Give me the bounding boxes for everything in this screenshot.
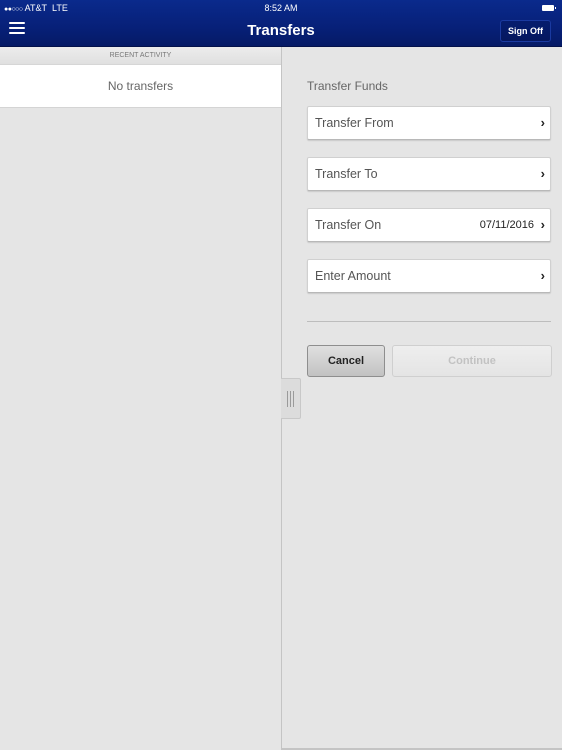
chevron-right-icon: › [540,268,545,283]
page-title: Transfers [247,22,315,39]
field-label: Transfer To [315,167,378,181]
recent-activity-pane: RECENT ACTIVITY No transfers [0,47,281,750]
grip-line-icon [287,390,288,407]
chevron-right-icon: › [540,217,545,232]
field-label: Enter Amount [315,269,391,283]
chevron-right-icon: › [540,166,545,181]
field-label: Transfer On [315,218,382,232]
grip-line-icon [293,390,294,407]
transfer-funds-pane: Transfer Funds Transfer From › Transfer … [281,47,562,750]
transfer-funds-title: Transfer Funds [307,79,388,93]
transfer-on-field[interactable]: Transfer On 07/11/2016 › [307,208,551,242]
enter-amount-field[interactable]: Enter Amount › [307,259,551,293]
recent-activity-header: RECENT ACTIVITY [0,47,281,65]
continue-button[interactable]: Continue [392,345,552,377]
transfer-date-value: 07/11/2016 [479,219,534,231]
transfer-from-field[interactable]: Transfer From › [307,106,551,140]
cancel-button[interactable]: Cancel [307,345,385,377]
status-time: 8:52 AM [264,3,298,13]
no-transfers-message: No transfers [0,65,281,108]
battery-icon [542,5,556,11]
split-view-drag-handle[interactable] [281,378,301,419]
divider [307,321,551,322]
transfer-to-field[interactable]: Transfer To › [307,157,551,191]
grip-line-icon [290,390,291,407]
chevron-right-icon: › [540,115,545,130]
hamburger-menu-icon[interactable] [9,22,25,36]
navigation-bar: ●●○○○ AT&T LTE 8:52 AM Transfers Sign Of… [0,0,562,47]
sign-off-button[interactable]: Sign Off [500,20,551,42]
field-label: Transfer From [315,116,394,130]
